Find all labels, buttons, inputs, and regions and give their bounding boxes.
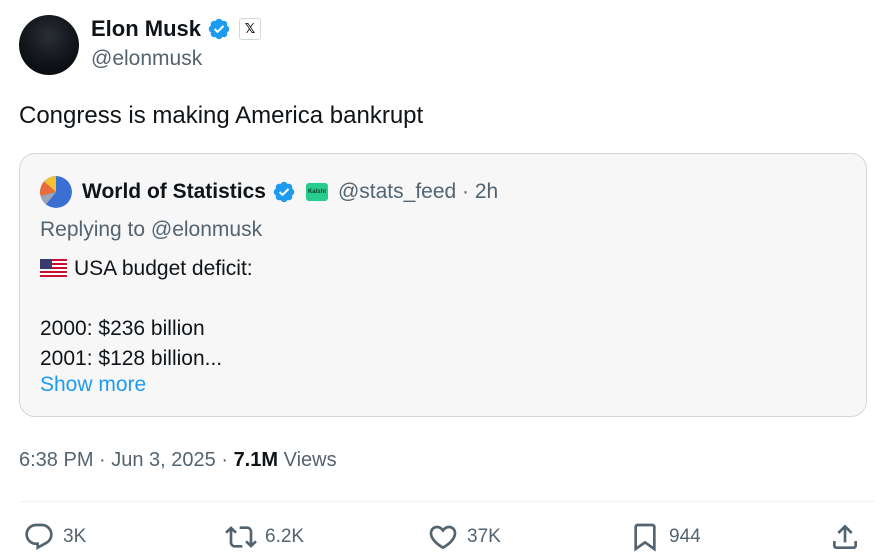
reply-icon [25,523,53,550]
bookmark-count: 944 [669,526,701,547]
author-avatar[interactable] [19,15,79,75]
quoted-line: USA budget deficit: [40,254,253,284]
bookmark-icon [634,523,656,552]
quoted-tweet-card[interactable]: World of Statistics Kalshi @stats_feed ·… [19,153,867,417]
quoted-line: 2001: $128 billion... [40,347,223,370]
like-button[interactable]: 37K [427,521,501,553]
views-count: 7.1M [233,449,279,471]
repost-icon [225,526,257,548]
share-button[interactable] [829,521,861,553]
reply-count: 3K [63,526,87,547]
repost-count: 6.2K [265,526,305,547]
author-name-row: Elon Musk 𝕏 [91,16,262,42]
quoted-handle-time: @stats_feed · 2h [337,180,499,203]
pie-chart-avatar-icon[interactable] [40,176,72,208]
quoted-line [40,284,253,314]
us-flag-icon [40,259,67,277]
heart-icon [429,525,457,550]
share-icon [833,524,857,549]
repost-button[interactable]: 6.2K [225,521,304,553]
verified-badge-icon [208,18,230,40]
reply-button[interactable]: 3K [23,521,86,553]
author-handle[interactable]: @elonmusk [91,47,202,71]
tweet-meta: 6:38 PM · Jun 3, 2025 · 7.1M Views [19,449,337,472]
bookmark-button[interactable]: 944 [629,521,701,553]
quoted-header: World of Statistics Kalshi @stats_feed ·… [40,176,498,208]
like-count: 37K [467,526,501,547]
timestamp[interactable]: 6:38 PM · Jun 3, 2025 · [19,449,234,471]
x-logo-icon: 𝕏 [239,18,262,40]
divider [19,501,876,502]
tweet-text: Congress is making America bankrupt [19,102,424,129]
verified-badge-icon [273,181,295,203]
quoted-author-name[interactable]: World of Statistics [82,180,266,204]
quoted-line: 2000: $236 billion [40,317,205,340]
show-more-link[interactable]: Show more [40,373,146,397]
replying-to-text: Replying to @elonmusk [40,218,263,241]
quoted-text: USA budget deficit: 2000: $236 billion 2… [40,254,253,374]
kalshi-affiliate-badge[interactable]: Kalshi [305,183,328,201]
author-name[interactable]: Elon Musk [91,16,201,42]
views-label: Views [278,449,337,471]
quoted-line-text: USA budget deficit: [74,257,253,280]
